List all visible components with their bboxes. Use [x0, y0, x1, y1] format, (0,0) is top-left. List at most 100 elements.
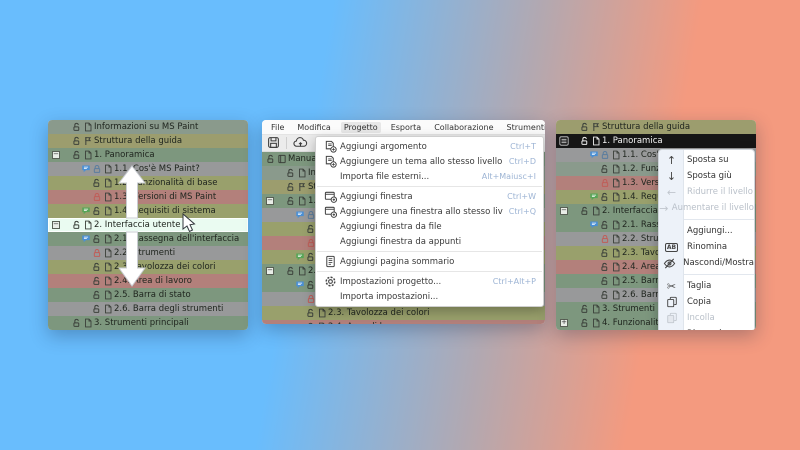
context-item-aumentare-il-livello: →Aumentare il livello: [659, 200, 754, 216]
tree-row-label: 2.6. Barra degli strumenti: [114, 302, 223, 316]
lock-open-icon: [72, 136, 82, 146]
lock-closed-icon: [600, 234, 610, 244]
expander-minus-icon[interactable]: −: [266, 267, 274, 275]
tree-row-label: 1.3. Versioni di MS Paint: [114, 190, 216, 204]
arrow-right-icon: →: [659, 202, 669, 215]
menu-separator: [684, 274, 754, 275]
lock-closed-icon: [92, 248, 102, 258]
tree-row[interactable]: −1. Panoramica: [48, 148, 248, 162]
tree-row[interactable]: 1.1. Cos'è MS Paint?: [48, 162, 248, 176]
context-item-incolla: Incolla: [659, 310, 754, 326]
tree-row[interactable]: 1.2. Funzionalità di base: [48, 176, 248, 190]
menu-item-impostazioni-progetto[interactable]: Impostazioni progetto...Ctrl+Alt+P: [316, 274, 543, 289]
context-item-nascondi-mostra[interactable]: Nascondi/Mostra: [659, 255, 754, 271]
menu-modifica[interactable]: Modifica: [294, 122, 333, 133]
toolbar-separator: [286, 137, 287, 149]
document-icon: [103, 276, 113, 286]
expander-minus-icon[interactable]: −: [52, 151, 60, 159]
lock-open-icon: [600, 276, 610, 286]
tree-row[interactable]: 2.2. Strumenti: [48, 246, 248, 260]
menu-item-aggiungere-un-tema-allo-stesso-livello[interactable]: Aggiungere un tema allo stesso livelloCt…: [316, 154, 543, 169]
expander-minus-icon[interactable]: −: [266, 197, 274, 205]
context-item-label: Rimuovi: [684, 329, 722, 330]
menu-item-aggiungere-una-finestra-allo-stesso-livello[interactable]: Aggiungere una finestra allo stesso live…: [316, 204, 543, 219]
document-icon: [83, 122, 93, 132]
tree-row[interactable]: 2.6. Barra degli strumenti: [48, 302, 248, 316]
menu-item-aggiungi-finestra-da-appunti[interactable]: Aggiungi finestra da appunti: [316, 234, 543, 249]
tree-row-label: 2.5. Barra di stato: [114, 288, 191, 302]
tree-row[interactable]: −2. Interfaccia utente: [48, 218, 248, 232]
lock-open-icon: [286, 182, 296, 192]
lock-open-icon: [92, 178, 102, 188]
menu-strumenti[interactable]: Strumenti: [504, 122, 545, 133]
expander-minus-icon[interactable]: −: [560, 207, 568, 215]
tree-row-label: Struttura della guida: [602, 120, 690, 134]
lock-open-icon: [72, 150, 82, 160]
expander-plus-icon[interactable]: +: [560, 319, 568, 327]
context-item-label: Sposta su: [684, 155, 728, 165]
tree-row[interactable]: 2.1. Rassegna dell'interfaccia: [48, 232, 248, 246]
menu-esporta[interactable]: Esporta: [388, 122, 425, 133]
tree-row[interactable]: Struttura della guida: [556, 120, 756, 134]
lock-open-icon: [72, 122, 82, 132]
tree-row[interactable]: 1.4. Requisiti di sistema: [48, 204, 248, 218]
menu-shortcut: Ctrl+Q: [509, 207, 536, 216]
tree-row[interactable]: 2.3. Tavolozza dei colori: [262, 306, 545, 320]
menu-item-label: Importa impostazioni...: [340, 292, 530, 302]
document-icon: [83, 220, 93, 230]
document-icon: [103, 192, 113, 202]
context-item-label: Sposta giù: [684, 171, 732, 181]
context-item-sposta-su[interactable]: ↑Sposta su: [659, 152, 754, 168]
menu-item-label: Aggiungi finestra da file: [340, 222, 530, 232]
tree-row[interactable]: 2.4. Area di lavoro: [262, 320, 545, 324]
menu-collaborazione[interactable]: Collaborazione: [431, 122, 496, 133]
context-item-aggiungi[interactable]: Aggiungi...: [659, 223, 754, 239]
menu-item-label: Aggiungere un tema allo stesso livello: [340, 157, 503, 167]
tree-row-label: 2.4. Area di lavoro: [328, 320, 406, 324]
tree-row[interactable]: Struttura della guida: [48, 134, 248, 148]
context-item-label: Nascondi/Mostra: [680, 258, 754, 268]
menu-item-aggiungi-finestra-da-file[interactable]: Aggiungi finestra da file: [316, 219, 543, 234]
menu-item-importa-file-esterni[interactable]: Importa file esterni...Alt+Maiusc+I: [316, 169, 543, 184]
context-item-rinomina[interactable]: ABRinomina: [659, 239, 754, 255]
tree-row[interactable]: 2.5. Barra di stato: [48, 288, 248, 302]
tree-row[interactable]: Informazioni su MS Paint: [48, 120, 248, 134]
context-item-sposta-gi[interactable]: ↓Sposta giù: [659, 168, 754, 184]
lock-open-icon: [600, 220, 610, 230]
tree-row[interactable]: 3. Strumenti principali: [48, 316, 248, 330]
document-icon: [297, 196, 307, 206]
topic-add-icon: [320, 155, 340, 168]
context-item-copia[interactable]: Copia: [659, 294, 754, 310]
menu-item-aggiungi-finestra[interactable]: Aggiungi finestraCtrl+W: [316, 189, 543, 204]
menu-file[interactable]: File: [268, 122, 287, 133]
lock-open-icon: [92, 234, 102, 244]
comment-icon: [589, 192, 599, 202]
cloud-upload-icon[interactable]: [293, 134, 308, 153]
menu-item-importa-impostazioni[interactable]: Importa impostazioni...: [316, 289, 543, 304]
lock-open-icon: [266, 154, 276, 164]
document-icon: [297, 266, 307, 276]
arrow-up-icon: ↑: [659, 154, 684, 167]
menu-progetto[interactable]: Progetto: [341, 122, 381, 133]
context-item-rimuovi[interactable]: Rimuovi: [659, 326, 754, 330]
copy-icon: [659, 296, 684, 308]
save-icon[interactable]: [267, 134, 280, 153]
document-icon: [611, 164, 621, 174]
document-icon: [103, 164, 113, 174]
context-item-label: Copia: [684, 297, 711, 307]
context-item-label: Aumentare il livello: [669, 203, 754, 213]
context-item-taglia[interactable]: ✂Taglia: [659, 278, 754, 294]
comment-icon: [295, 210, 305, 220]
tree-row[interactable]: 2.4. Area di lavoro: [48, 274, 248, 288]
window-add-icon: [320, 190, 340, 203]
menu-item-aggiungi-pagina-sommario[interactable]: Aggiungi pagina sommario: [316, 254, 543, 269]
tree-row[interactable]: 1.3. Versioni di MS Paint: [48, 190, 248, 204]
tree-row[interactable]: 2.3. Tavolozza dei colori: [48, 260, 248, 274]
tree-row-label: Informazioni su MS Paint: [94, 120, 198, 134]
tree-row[interactable]: 1. Panoramica: [556, 134, 756, 148]
document-icon: [103, 304, 113, 314]
tree-row-label: 2.3. Tavolozza dei colori: [328, 306, 430, 320]
menu-item-aggiungi-argomento[interactable]: Aggiungi argomentoCtrl+T: [316, 139, 543, 154]
expander-minus-icon[interactable]: −: [52, 221, 60, 229]
drag-handle-icon[interactable]: [559, 136, 569, 146]
